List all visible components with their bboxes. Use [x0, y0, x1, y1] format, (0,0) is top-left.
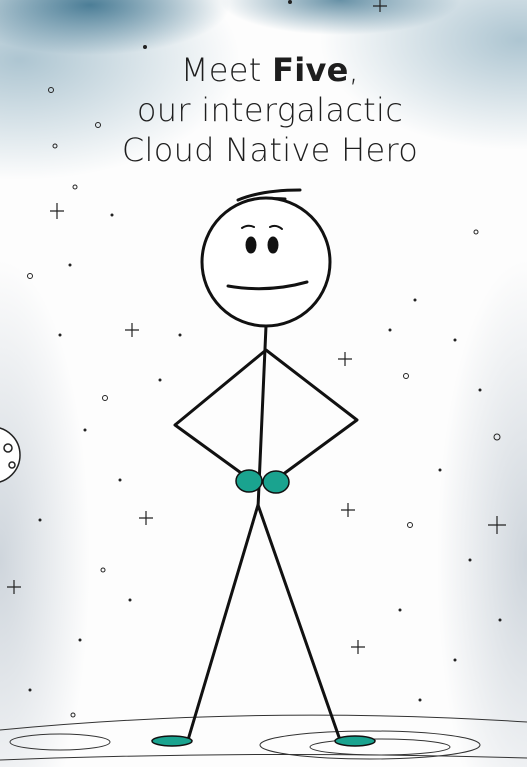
- right-eye: [267, 236, 279, 254]
- moon-icon: [0, 427, 21, 483]
- arms: [173, 348, 359, 480]
- right-foot: [334, 735, 376, 747]
- sparkle-stars: [7, 0, 506, 654]
- head: [200, 196, 332, 328]
- left-hand: [235, 469, 263, 493]
- accents: [151, 469, 376, 747]
- left-foot: [151, 735, 193, 747]
- right-hand: [262, 470, 290, 494]
- legs: [186, 503, 342, 742]
- left-eye: [245, 236, 257, 254]
- ground: [0, 714, 527, 761]
- character-five: [173, 188, 359, 742]
- stick-figure-illustration: [0, 0, 527, 761]
